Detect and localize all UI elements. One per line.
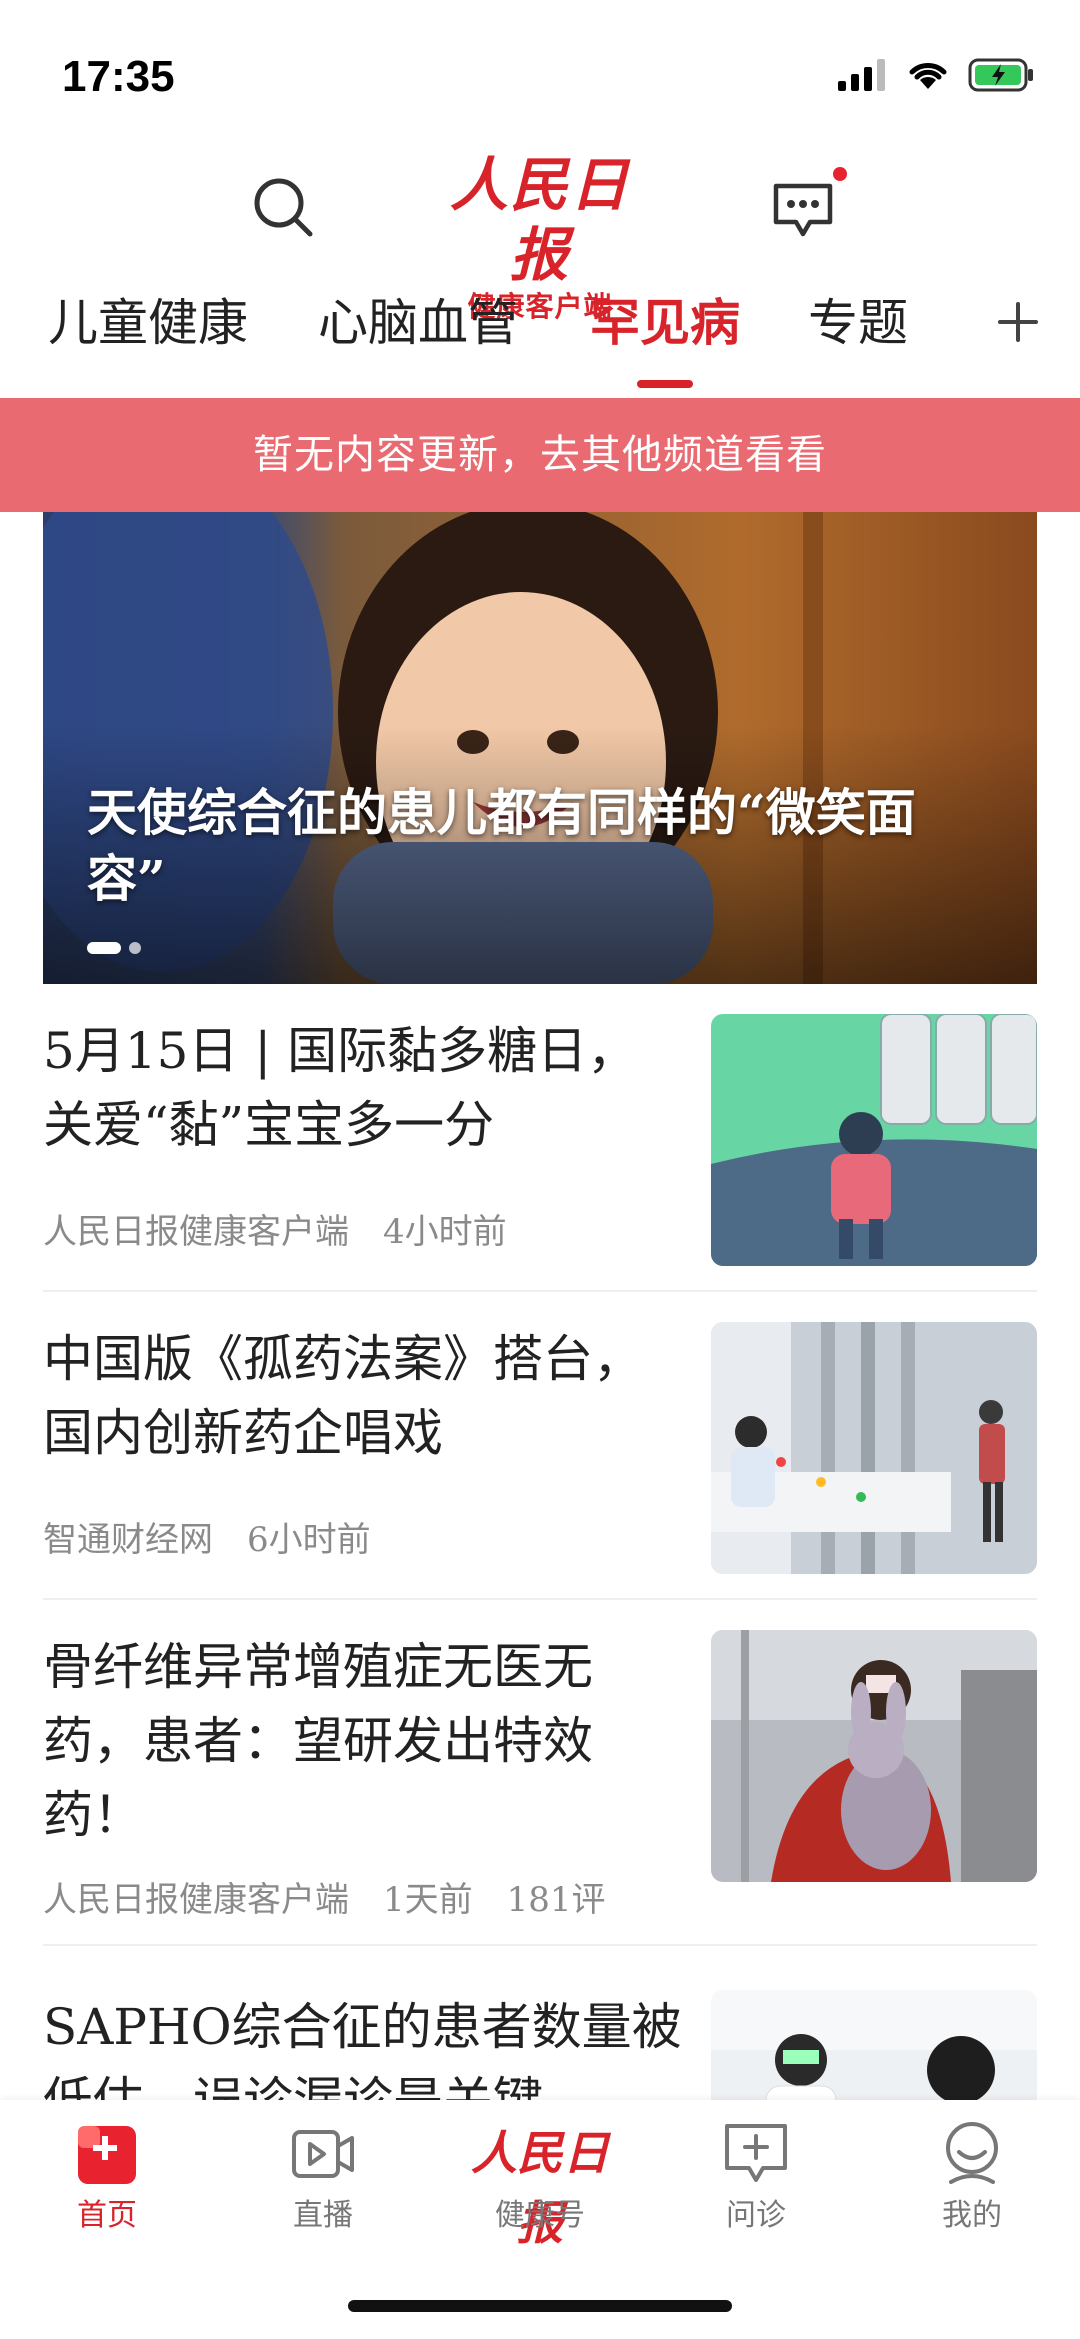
news-title: 中国版《孤药法案》搭台，国内创新药企唱戏 (43, 1330, 643, 1462)
channel-tabs: 儿童健康 心脑血管 罕见病 专题 (0, 280, 1080, 398)
news-item[interactable]: 中国版《孤药法案》搭台，国内创新药企唱戏 智通财经网 6小时前 (43, 1322, 1037, 1574)
news-source: 智通财经网 (43, 1520, 213, 1560)
nav-health-account[interactable]: 人民日报 健康号 (460, 2118, 620, 2250)
status-icons (838, 58, 1034, 92)
news-thumbnail (711, 1322, 1037, 1574)
news-source: 人民日报健康客户端 (43, 1880, 349, 1920)
no-update-notice[interactable]: 暂无内容更新，去其他频道看看 (0, 398, 1080, 512)
nav-profile[interactable]: 我的 (892, 2118, 1052, 2234)
status-bar: 17:35 (0, 0, 1080, 150)
news-time: 4小时前 (383, 1212, 507, 1252)
battery-icon (968, 58, 1033, 92)
nav-label: 我的 (942, 2198, 1002, 2233)
tab-rare-disease[interactable]: 罕见病 (590, 288, 740, 358)
tab-child-health[interactable]: 儿童健康 (48, 288, 248, 358)
live-video-icon (292, 2130, 354, 2178)
message-icon[interactable] (770, 180, 836, 240)
news-time: 1天前 (383, 1880, 473, 1920)
home-indicator[interactable] (348, 2300, 732, 2312)
consult-chat-icon (725, 2124, 787, 2182)
tab-topics[interactable]: 专题 (808, 288, 908, 358)
nav-label: 首页 (77, 2198, 137, 2233)
search-icon[interactable] (250, 174, 316, 240)
news-title: 5月15日 | 国际黏多糖日，关爱“黏”宝宝多一分 (43, 1022, 638, 1154)
nav-home[interactable]: 首页 (27, 2118, 187, 2234)
carousel-dot (129, 942, 141, 954)
news-thumbnail (711, 1014, 1037, 1266)
message-unread-dot (833, 167, 847, 181)
news-meta: 智通财经网 6小时前 (43, 1512, 371, 1561)
app-header: 人民日报 健康客户端 (0, 150, 1080, 323)
divider (43, 1290, 1037, 1292)
news-time: 6小时前 (247, 1520, 371, 1560)
nav-live[interactable]: 直播 (243, 2118, 403, 2234)
banner-title: 天使综合征的患儿都有同样的“微笑面容” (87, 783, 916, 908)
tab-cardio[interactable]: 心脑血管 (318, 288, 518, 358)
news-source: 人民日报健康客户端 (43, 1212, 349, 1252)
status-time: 17:35 (62, 52, 175, 101)
wifi-icon (909, 63, 947, 89)
carousel-indicators (87, 942, 141, 954)
brand-logo: 人民日报 (471, 2126, 609, 2250)
news-item[interactable]: 5月15日 | 国际黏多糖日，关爱“黏”宝宝多一分 人民日报健康客户端 4小时前 (43, 1014, 1037, 1266)
nav-label: 问诊 (726, 2198, 786, 2233)
divider (43, 1598, 1037, 1600)
banner-carousel[interactable]: 天使综合征的患儿都有同样的“微笑面容” (43, 512, 1037, 984)
carousel-dot-active (87, 942, 121, 954)
news-thumbnail (711, 1630, 1037, 1882)
nav-consult[interactable]: 问诊 (676, 2118, 836, 2234)
news-item[interactable]: 骨纤维异常增殖症无医无药，患者：望研发出特效药！ 人民日报健康客户端 1天前 1… (43, 1630, 1037, 1920)
news-title: 骨纤维异常增殖症无医无药，患者：望研发出特效药！ (43, 1638, 593, 1844)
app-logo: 人民日报 健康客户端 (440, 150, 640, 323)
plus-icon[interactable] (996, 300, 1040, 344)
news-meta: 人民日报健康客户端 1天前 181评 (43, 1872, 606, 1921)
news-comment-count: 181评 (506, 1880, 606, 1920)
signal-icon (838, 59, 885, 91)
news-meta: 人民日报健康客户端 4小时前 (43, 1204, 507, 1253)
divider (43, 1944, 1037, 1946)
nav-label: 直播 (293, 2198, 353, 2233)
profile-icon (946, 2122, 998, 2184)
active-tab-indicator (637, 380, 693, 388)
logo-main-text: 人民日报 (449, 151, 630, 289)
nav-label: 健康号 (495, 2198, 585, 2233)
banner-image (43, 512, 1037, 984)
home-icon (78, 2126, 136, 2184)
